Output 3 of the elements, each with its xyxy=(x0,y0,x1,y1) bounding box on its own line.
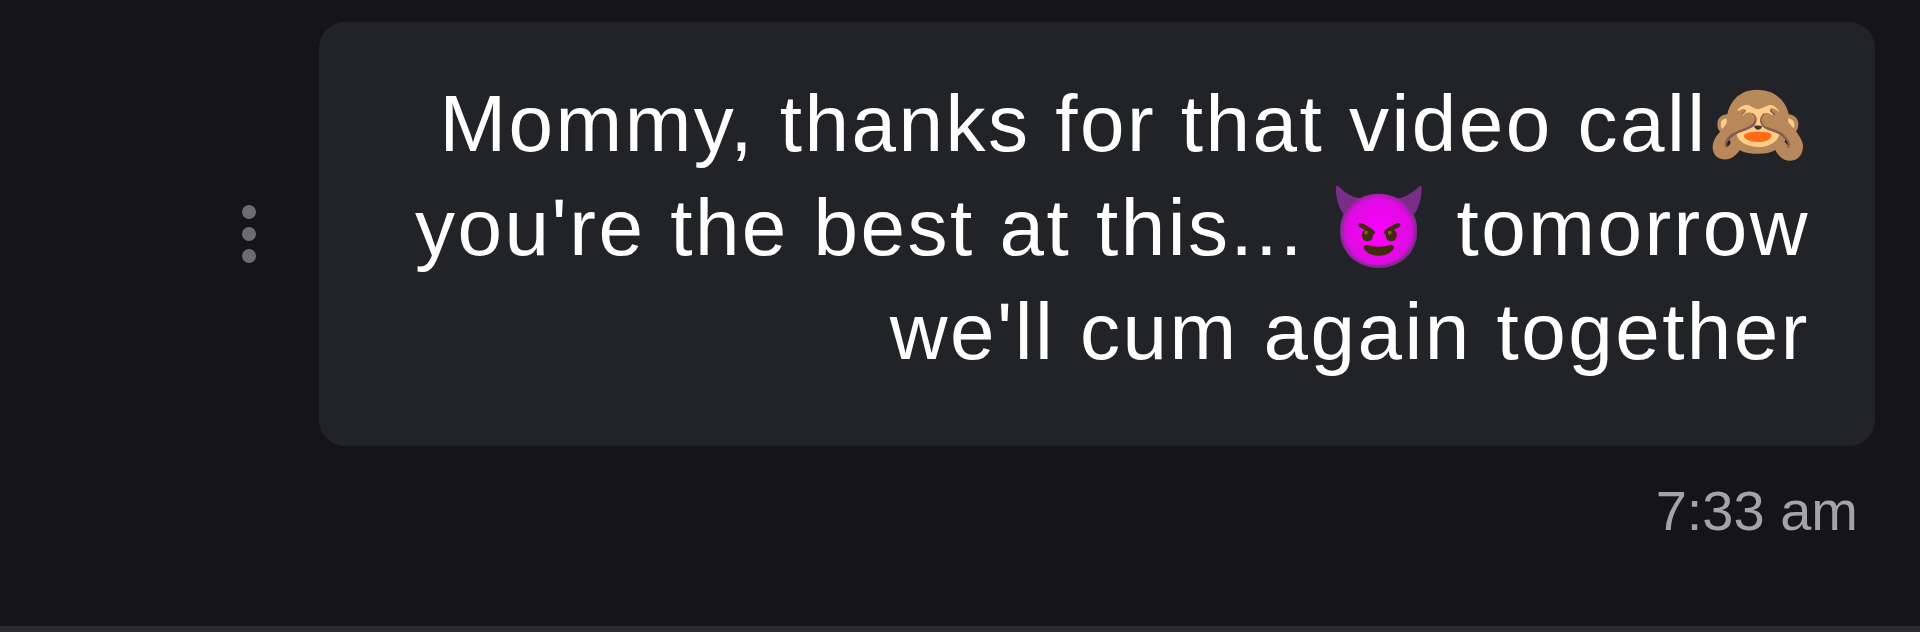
message-text: Mommy, thanks for that video call🙈 you're the best at this... 😈 tomorrow we'll cum again together xyxy=(414,78,1810,378)
message-time: 7:33 am xyxy=(1655,479,1858,543)
more-options-icon[interactable] xyxy=(242,205,256,263)
